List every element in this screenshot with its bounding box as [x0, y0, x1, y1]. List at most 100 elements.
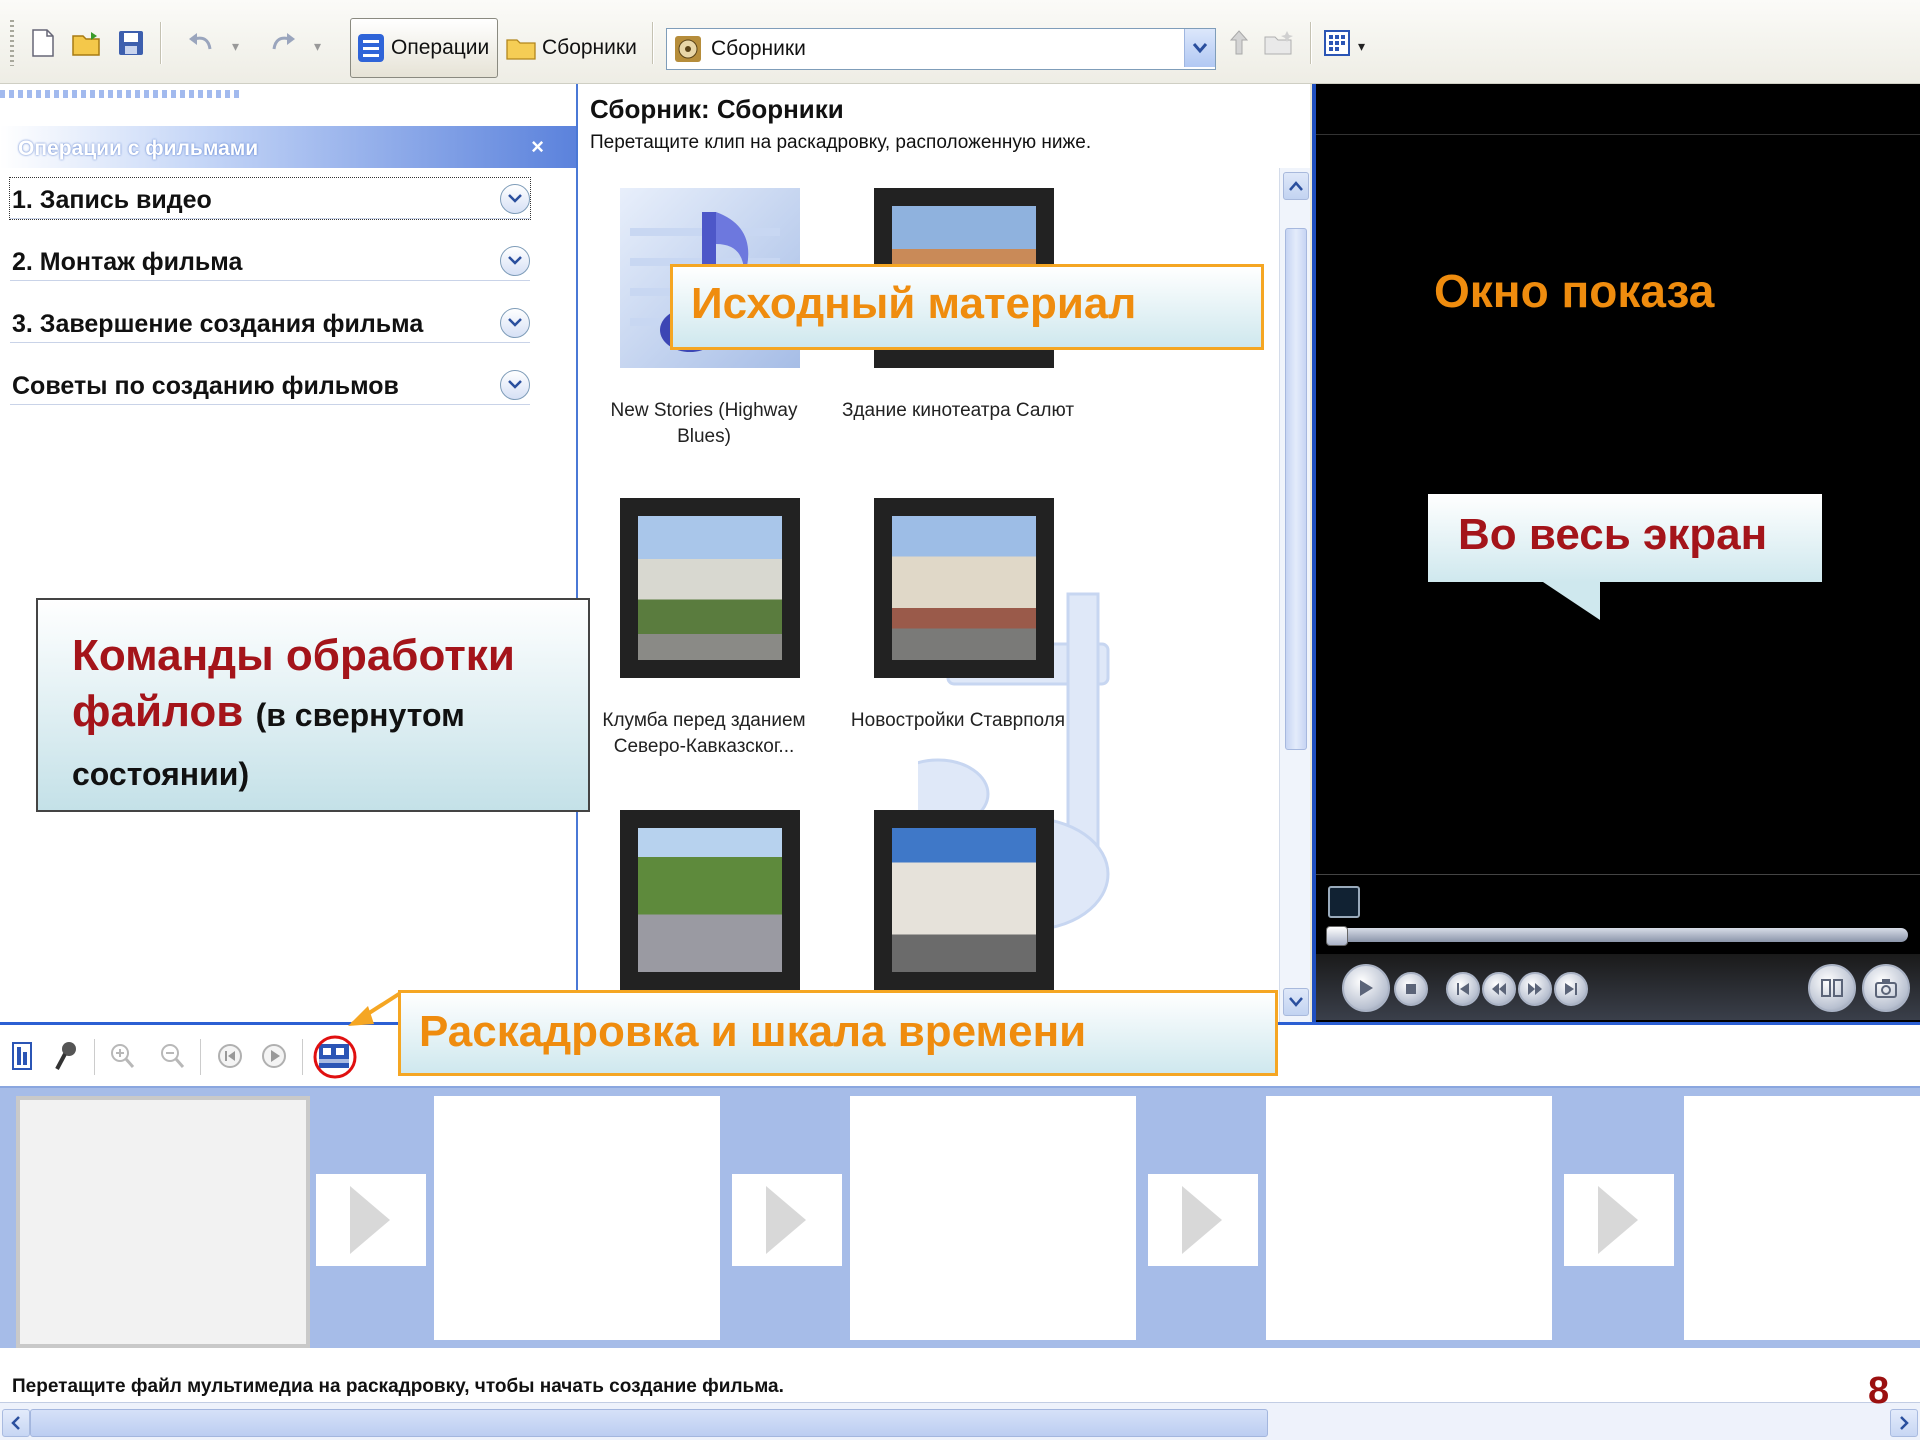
transition-slot[interactable] [1148, 1174, 1258, 1266]
clip-preview-image [638, 516, 782, 660]
play-storyboard-icon[interactable] [258, 1039, 290, 1073]
collection-scrollbar[interactable] [1279, 168, 1310, 1022]
collections-select[interactable]: Сборники [666, 28, 1216, 70]
movie-tasks-title: Операции с фильмами [18, 137, 259, 160]
collections-button[interactable]: Сборники [506, 18, 644, 78]
task-label: Советы по созданию фильмов [12, 372, 399, 400]
status-text: Перетащите файл мультимедиа на раскадров… [12, 1376, 784, 1397]
scrollbar-thumb[interactable] [1285, 228, 1307, 750]
storyboard-callout: Раскадровка и шкала времени [398, 990, 1278, 1076]
chevron-down-icon[interactable] [500, 308, 530, 338]
undo-dropdown-icon[interactable]: ▾ [232, 38, 239, 55]
narrate-timeline-icon[interactable] [50, 1039, 82, 1073]
zoom-in-icon[interactable] [106, 1039, 138, 1073]
storyboard-clip-slot[interactable] [434, 1096, 720, 1340]
open-project-icon[interactable] [70, 26, 104, 60]
preview-divider [1316, 874, 1920, 875]
play-icon[interactable] [1342, 964, 1390, 1012]
take-picture-icon[interactable] [1862, 964, 1910, 1012]
redo-icon[interactable] [266, 26, 300, 60]
transition-slot[interactable] [1564, 1174, 1674, 1266]
main-toolbar: ▾ ▾ Операции Сборники Сборники ▾ [0, 0, 1920, 84]
clip-thumbnail [620, 810, 800, 990]
preview-window-label: Окно показа [1434, 265, 1715, 317]
stop-icon[interactable] [1394, 972, 1428, 1006]
chevron-down-icon[interactable] [1184, 29, 1215, 67]
scroll-right-icon[interactable] [1890, 1409, 1918, 1437]
collection-pane: Сборник: Сборники Перетащите клип на рас… [578, 84, 1310, 1022]
collection-clip[interactable]: Клумба перед зданием Северо-Кавказског..… [602, 498, 806, 758]
scrollbar-thumb[interactable] [30, 1409, 1268, 1437]
show-timeline-icon[interactable] [312, 1035, 358, 1079]
fullscreen-label: Во весь экран [1458, 510, 1768, 559]
clip-preview-image [892, 828, 1036, 972]
operations-icon [358, 34, 384, 62]
collection-title: Сборник: Сборники [590, 94, 844, 124]
view-options-icon[interactable] [1322, 26, 1356, 60]
close-icon[interactable]: × [531, 134, 544, 160]
chevron-down-icon[interactable] [500, 246, 530, 276]
storyboard[interactable] [0, 1086, 1920, 1348]
redo-dropdown-icon[interactable]: ▾ [314, 38, 321, 55]
source-material-label: Исходный материал [691, 279, 1137, 328]
task-capture-video[interactable]: 1. Запись видео [9, 177, 531, 220]
previous-frame-icon[interactable] [1446, 972, 1480, 1006]
new-collection-folder-icon[interactable] [1262, 26, 1296, 60]
fullscreen-icon[interactable] [1328, 886, 1360, 918]
playback-controls [1316, 954, 1920, 1020]
movie-tasks-header: Операции с фильмами × [0, 126, 576, 168]
task-finish-movie[interactable]: 3. Завершение создания фильма [10, 302, 530, 343]
collection-clip[interactable] [604, 810, 804, 1010]
task-movie-tips[interactable]: Советы по созданию фильмов [10, 364, 530, 405]
storyboard-clip-slot[interactable] [16, 1096, 310, 1348]
scroll-up-icon[interactable] [1283, 172, 1309, 200]
next-frame-icon[interactable] [1554, 972, 1588, 1006]
scroll-down-icon[interactable] [1283, 988, 1309, 1016]
collection-hint: Перетащите клип на раскадровку, располож… [590, 132, 1092, 153]
collections-button-label: Сборники [542, 36, 637, 59]
storyboard-clip-slot[interactable] [1266, 1096, 1552, 1340]
status-bar: Перетащите файл мультимедиа на раскадров… [0, 1348, 1920, 1402]
rewind-icon[interactable] [1482, 972, 1516, 1006]
operations-button[interactable]: Операции [350, 18, 498, 78]
split-clip-icon[interactable] [1808, 964, 1856, 1012]
task-label: 1. Запись видео [12, 186, 212, 214]
transition-slot[interactable] [732, 1174, 842, 1266]
up-level-icon[interactable] [1222, 26, 1256, 60]
clip-preview-image [638, 828, 782, 972]
file-commands-callout: Команды обработки файлов (в свернутом со… [36, 598, 590, 812]
clip-thumbnail [874, 810, 1054, 990]
collection-clip[interactable] [858, 810, 1058, 1010]
fast-forward-icon[interactable] [1518, 972, 1552, 1006]
set-audio-levels-icon[interactable] [6, 1039, 38, 1073]
toolbar-grip[interactable] [10, 20, 14, 66]
task-edit-movie[interactable]: 2. Монтаж фильма [10, 240, 530, 281]
seek-slider-knob[interactable] [1326, 926, 1348, 946]
storyboard-horizontal-scrollbar[interactable] [0, 1402, 1920, 1440]
undo-icon[interactable] [184, 26, 218, 60]
collection-clip[interactable]: Новостройки Ставрполя [851, 498, 1065, 758]
zoom-out-icon[interactable] [156, 1039, 188, 1073]
clip-preview-image [892, 516, 1036, 660]
clip-caption: Новостройки Ставрполя [850, 710, 1066, 731]
source-material-callout: Исходный материал [670, 264, 1264, 350]
toolbar-separator [200, 1039, 201, 1075]
chevron-down-icon[interactable] [500, 370, 530, 400]
chevron-down-icon[interactable] [500, 184, 530, 214]
save-project-icon[interactable] [114, 26, 148, 60]
storyboard-clip-slot[interactable] [1684, 1096, 1920, 1340]
transition-slot[interactable] [316, 1174, 426, 1266]
storyboard-clip-slot[interactable] [850, 1096, 1136, 1340]
storyboard-label: Раскадровка и шкала времени [419, 1007, 1087, 1056]
clip-caption: Клумба перед зданием Северо-Кавказског..… [602, 710, 806, 757]
scroll-left-icon[interactable] [2, 1409, 30, 1437]
rewind-storyboard-icon[interactable] [214, 1039, 246, 1073]
view-options-dropdown-icon[interactable]: ▾ [1358, 38, 1365, 55]
new-project-icon[interactable] [26, 26, 60, 60]
seek-slider[interactable] [1326, 926, 1908, 946]
preview-divider [1316, 134, 1920, 135]
storyboard-callout-arrow [348, 990, 404, 1026]
toolbar-separator [160, 22, 162, 64]
fullscreen-callout: Во весь экран [1428, 494, 1822, 582]
task-label: 2. Монтаж фильма [12, 248, 243, 276]
